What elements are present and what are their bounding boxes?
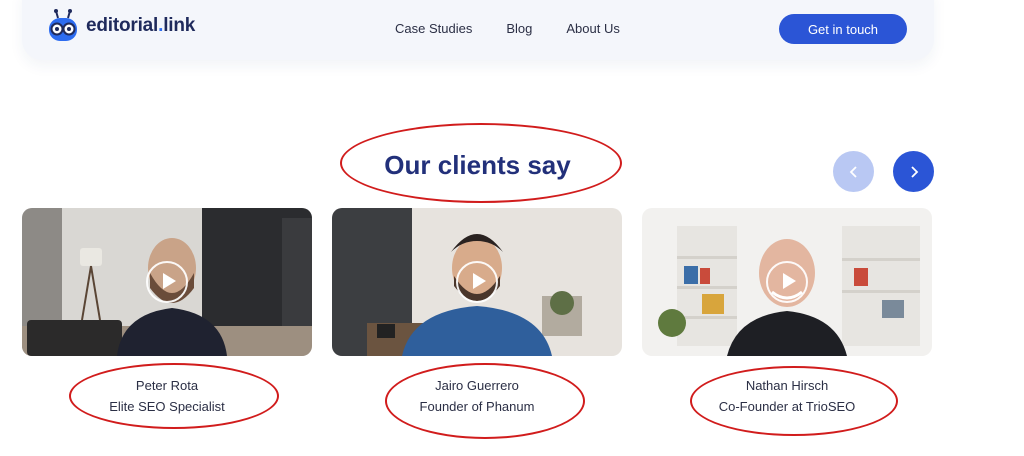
- carousel-next-button[interactable]: [893, 151, 934, 192]
- testimonial-author-1: Peter Rota Elite SEO Specialist: [22, 375, 312, 417]
- testimonial-author-2: Jairo Guerrero Founder of Phanum: [332, 375, 622, 417]
- nav-link-about-us[interactable]: About Us: [566, 21, 619, 36]
- site-header: editorial.link Case Studies Blog About U…: [22, 0, 934, 60]
- video-card-jairo-guerrero[interactable]: [332, 208, 622, 356]
- chevron-left-icon: [849, 165, 857, 178]
- robot-mascot-icon: [46, 9, 80, 43]
- nav-link-blog[interactable]: Blog: [506, 21, 532, 36]
- video-card-nathan-hirsch[interactable]: [642, 208, 932, 356]
- play-icon[interactable]: [766, 261, 808, 303]
- person-role: Co-Founder at TrioSEO: [718, 399, 856, 414]
- main-nav: Case Studies Blog About Us: [395, 21, 620, 36]
- play-icon[interactable]: [146, 261, 188, 303]
- play-icon[interactable]: [456, 261, 498, 303]
- nav-link-case-studies[interactable]: Case Studies: [395, 21, 472, 36]
- video-card-peter-rota[interactable]: [22, 208, 312, 356]
- section-title: Our clients say: [384, 150, 571, 180]
- carousel-prev-button[interactable]: [833, 151, 874, 192]
- chevron-right-icon: [910, 165, 918, 178]
- testimonial-author-3: Nathan Hirsch Co-Founder at TrioSEO: [642, 375, 932, 417]
- person-role: Founder of Phanum: [419, 399, 535, 414]
- person-role: Elite SEO Specialist: [109, 399, 225, 414]
- person-name: Nathan Hirsch: [745, 378, 829, 393]
- brand-name: editorial.link: [86, 15, 196, 36]
- brand-logo[interactable]: editorial.link: [46, 6, 195, 46]
- person-name: Jairo Guerrero: [435, 378, 519, 393]
- get-in-touch-button[interactable]: Get in touch: [779, 14, 907, 44]
- person-name: Peter Rota: [135, 378, 199, 393]
